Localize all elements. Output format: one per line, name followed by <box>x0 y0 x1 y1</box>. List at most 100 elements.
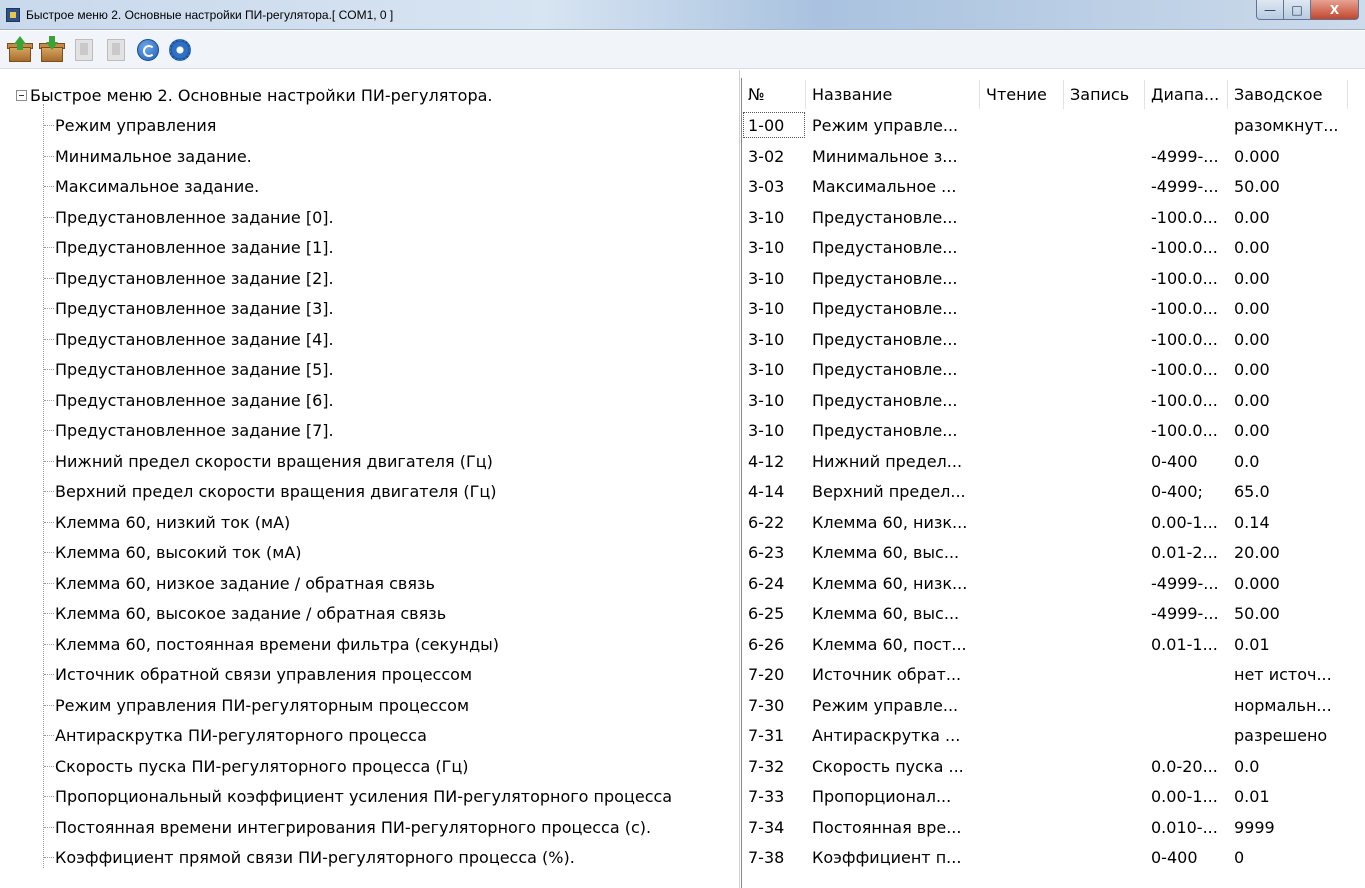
cell-range[interactable]: -100.0... <box>1145 355 1228 383</box>
cell-name[interactable]: Предустановле... <box>806 203 980 231</box>
cell-write[interactable] <box>1064 813 1145 841</box>
tree-item[interactable]: Клемма 60, высокое задание / обратная св… <box>44 599 446 627</box>
table-row[interactable]: 3-10 Предустановле... -100.0... 0.00 <box>742 264 1348 292</box>
cell-name[interactable]: Режим управле... <box>806 691 980 719</box>
cell-number[interactable]: 7-32 <box>742 752 806 780</box>
cell-name[interactable]: Клемма 60, пост... <box>806 630 980 658</box>
cell-default[interactable]: 0.000 <box>1228 569 1348 597</box>
cell-number[interactable]: 6-25 <box>742 599 806 627</box>
cell-default[interactable]: 20.00 <box>1228 538 1348 566</box>
cell-default[interactable]: 0.000 <box>1228 142 1348 170</box>
table-row[interactable]: 7-31 Антираскрутка ... разрешено <box>742 721 1348 749</box>
tree-item[interactable]: Предустановленное задание [7]. <box>44 416 334 444</box>
table-row[interactable]: 6-26 Клемма 60, пост... 0.01-1... 0.01 <box>742 630 1348 658</box>
cell-range[interactable]: 0-400 <box>1145 447 1228 475</box>
tree-item[interactable]: Клемма 60, высокий ток (мА) <box>44 538 302 566</box>
cell-write[interactable] <box>1064 538 1145 566</box>
table-row[interactable]: 6-25 Клемма 60, выс... -4999-... 50.00 <box>742 599 1348 627</box>
cell-write[interactable] <box>1064 233 1145 261</box>
table-row[interactable]: 3-10 Предустановле... -100.0... 0.00 <box>742 386 1348 414</box>
cell-name[interactable]: Предустановле... <box>806 355 980 383</box>
cell-write[interactable] <box>1064 752 1145 780</box>
cell-read[interactable] <box>980 355 1064 383</box>
cell-range[interactable]: 0.010-... <box>1145 813 1228 841</box>
upload-box-icon[interactable] <box>6 36 34 64</box>
tree-item[interactable]: Клемма 60, низкий ток (мА) <box>44 508 290 536</box>
cell-default[interactable]: 0.00 <box>1228 203 1348 231</box>
cell-number[interactable]: 3-10 <box>742 355 806 383</box>
cell-range[interactable]: 0.01-2... <box>1145 538 1228 566</box>
cell-range[interactable] <box>1145 691 1228 719</box>
cell-default[interactable]: нормальн... <box>1228 691 1348 719</box>
tree-root[interactable]: Быстрое меню 2. Основные настройки ПИ-ре… <box>16 83 493 107</box>
table-row[interactable]: 6-23 Клемма 60, выс... 0.01-2... 20.00 <box>742 538 1348 566</box>
cell-number[interactable]: 3-02 <box>742 142 806 170</box>
cell-number[interactable]: 7-34 <box>742 813 806 841</box>
cell-read[interactable] <box>980 325 1064 353</box>
cell-number[interactable]: 4-14 <box>742 477 806 505</box>
cell-name[interactable]: Клемма 60, низк... <box>806 569 980 597</box>
cell-range[interactable]: -100.0... <box>1145 264 1228 292</box>
cell-default[interactable]: 0.0 <box>1228 752 1348 780</box>
cell-read[interactable] <box>980 538 1064 566</box>
cell-number[interactable]: 3-10 <box>742 325 806 353</box>
cell-read[interactable] <box>980 813 1064 841</box>
tree-item[interactable]: Клемма 60, низкое задание / обратная свя… <box>44 569 435 597</box>
cell-default[interactable]: 0.01 <box>1228 782 1348 810</box>
tree-item[interactable]: Нижний предел скорости вращения двигател… <box>44 447 493 475</box>
tree-item[interactable]: Минимальное задание. <box>44 142 252 170</box>
tree-item[interactable]: Предустановленное задание [0]. <box>44 203 334 231</box>
cell-range[interactable]: -100.0... <box>1145 325 1228 353</box>
cell-write[interactable] <box>1064 111 1145 139</box>
cell-read[interactable] <box>980 721 1064 749</box>
cell-number[interactable]: 3-10 <box>742 264 806 292</box>
table-row[interactable]: 3-10 Предустановле... -100.0... 0.00 <box>742 294 1348 322</box>
cell-name[interactable]: Нижний предел... <box>806 447 980 475</box>
cell-range[interactable] <box>1145 721 1228 749</box>
cell-name[interactable]: Предустановле... <box>806 386 980 414</box>
cell-number[interactable]: 3-10 <box>742 416 806 444</box>
cell-name[interactable]: Предустановле... <box>806 294 980 322</box>
cell-number[interactable]: 6-26 <box>742 630 806 658</box>
cell-write[interactable] <box>1064 782 1145 810</box>
cell-number[interactable]: 7-30 <box>742 691 806 719</box>
app-icon[interactable] <box>6 8 20 22</box>
tree-item[interactable]: Предустановленное задание [1]. <box>44 233 334 261</box>
tree-item[interactable]: Источник обратной связи управления проце… <box>44 660 472 688</box>
cell-write[interactable] <box>1064 416 1145 444</box>
cell-number[interactable]: 7-20 <box>742 660 806 688</box>
cell-read[interactable] <box>980 203 1064 231</box>
gear-icon[interactable] <box>166 36 194 64</box>
cell-name[interactable]: Предустановле... <box>806 416 980 444</box>
cell-write[interactable] <box>1064 508 1145 536</box>
cell-default[interactable]: 0 <box>1228 843 1348 871</box>
cell-read[interactable] <box>980 172 1064 200</box>
table-row[interactable]: 7-20 Источник обрат... нет источ... <box>742 660 1348 688</box>
cell-name[interactable]: Пропорционал... <box>806 782 980 810</box>
maximize-button[interactable]: □ <box>1284 0 1311 20</box>
table-row[interactable]: 3-10 Предустановле... -100.0... 0.00 <box>742 416 1348 444</box>
cell-name[interactable]: Антираскрутка ... <box>806 721 980 749</box>
cell-range[interactable]: -100.0... <box>1145 294 1228 322</box>
parameter-table-panel[interactable]: № Название Чтение Запись Диапа... Заводс… <box>741 70 1365 888</box>
cell-default[interactable]: разомкнут... <box>1228 111 1348 139</box>
cell-range[interactable]: 0.0-20... <box>1145 752 1228 780</box>
cell-read[interactable] <box>980 416 1064 444</box>
cell-name[interactable]: Предустановле... <box>806 264 980 292</box>
cell-default[interactable]: 0.01 <box>1228 630 1348 658</box>
cell-range[interactable]: -4999-... <box>1145 172 1228 200</box>
cell-write[interactable] <box>1064 325 1145 353</box>
cell-range[interactable]: -100.0... <box>1145 416 1228 444</box>
cell-read[interactable] <box>980 142 1064 170</box>
table-row[interactable]: 3-10 Предустановле... -100.0... 0.00 <box>742 203 1348 231</box>
column-header-number[interactable]: № <box>742 80 806 109</box>
cell-write[interactable] <box>1064 447 1145 475</box>
tree-panel[interactable]: Быстрое меню 2. Основные настройки ПИ-ре… <box>0 70 740 888</box>
cell-number[interactable]: 3-03 <box>742 172 806 200</box>
cell-name[interactable]: Коэффициент п... <box>806 843 980 871</box>
cell-read[interactable] <box>980 508 1064 536</box>
cell-name[interactable]: Максимальное ... <box>806 172 980 200</box>
tree-item[interactable]: Антираскрутка ПИ-регуляторного процесса <box>44 721 427 749</box>
cell-range[interactable]: 0-400 <box>1145 843 1228 871</box>
cell-name[interactable]: Клемма 60, выс... <box>806 599 980 627</box>
